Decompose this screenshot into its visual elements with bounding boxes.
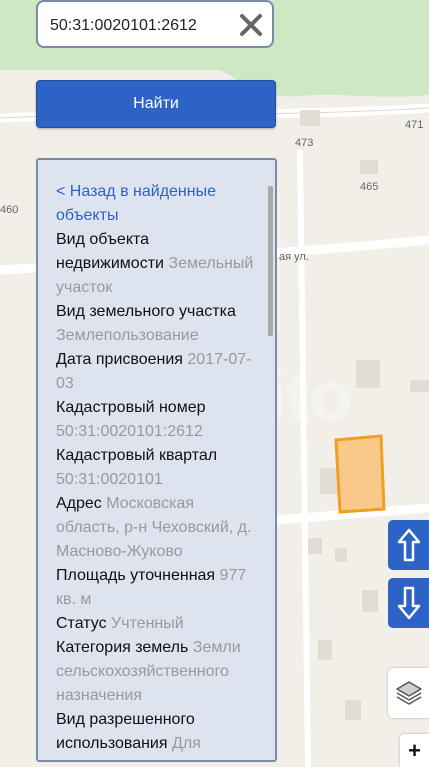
field-assign-date: Дата присвоения 2017-07-03 (56, 348, 256, 396)
field-label: Дата присвоения (56, 351, 183, 368)
building (335, 548, 347, 562)
plus-icon: + (408, 737, 421, 763)
field-cadastral-quarter: Кадастровый квартал 50:31:0020101 (56, 444, 256, 492)
search-input[interactable] (48, 12, 232, 40)
building (356, 360, 380, 388)
street-label: ая ул. (279, 251, 309, 263)
search-box (36, 0, 274, 48)
field-value: 50:31:0020101 (56, 471, 163, 488)
building (362, 590, 378, 612)
layers-icon (395, 681, 422, 705)
field-value: Учтенный (111, 615, 184, 632)
field-value: 50:31:0020101:2612 (56, 423, 203, 440)
field-area: Площадь уточненная 977 кв. м (56, 564, 256, 612)
field-status: Статус Учтенный (56, 612, 256, 636)
building (318, 640, 332, 660)
field-label: Площадь уточненная (56, 567, 216, 584)
field-land-category: Категория земель Земли сельскохозяйствен… (56, 636, 256, 708)
house-number-473: 473 (295, 137, 313, 149)
field-label: Категория земель (56, 639, 189, 656)
house-number-471: 471 (405, 119, 423, 131)
field-label: Адрес (56, 495, 102, 512)
find-button[interactable]: Найти (36, 80, 276, 128)
arrow-up-icon (397, 528, 420, 562)
field-value: Для (171, 735, 201, 752)
arrow-down-icon (397, 586, 420, 620)
building (300, 110, 320, 126)
field-label: Кадастровый номер (56, 399, 206, 416)
building (410, 380, 429, 392)
field-label: Вид земельного участка (56, 303, 236, 320)
clear-search-button[interactable] (236, 10, 266, 40)
zoom-in-button[interactable]: + (400, 734, 429, 767)
back-to-results-link[interactable]: < Назад в найденные объекты (56, 180, 256, 228)
field-cadastral-number: Кадастровый номер 50:31:0020101:2612 (56, 396, 256, 444)
field-address: Адрес Московская область, р-н Чеховский,… (56, 492, 256, 564)
field-label: Статус (56, 615, 107, 632)
scroll-up-button[interactable] (388, 520, 429, 570)
object-info-content: < Назад в найденные объекты Вид объекта … (56, 180, 256, 756)
object-info-panel: < Назад в найденные объекты Вид объекта … (36, 158, 277, 762)
building (320, 468, 338, 494)
building (308, 538, 322, 554)
field-label: Кадастровый квартал (56, 447, 218, 464)
panel-scrollbar[interactable] (268, 186, 273, 336)
field-label: Вид объекта недвижимости (56, 231, 164, 272)
house-number-465: 465 (360, 181, 378, 193)
field-land-type: Вид земельного участка Землепользование (56, 300, 256, 348)
field-value: Землепользование (56, 327, 199, 344)
house-number-460: 460 (0, 204, 18, 216)
scroll-down-button[interactable] (388, 578, 429, 628)
find-button-label: Найти (133, 95, 179, 112)
building (345, 700, 361, 720)
building (360, 160, 378, 174)
highlighted-parcel[interactable] (334, 434, 386, 514)
close-icon (240, 14, 262, 36)
field-object-type: Вид объекта недвижимости Земельный участ… (56, 228, 256, 300)
field-permitted-use: Вид разрешенного использования Для (56, 708, 256, 756)
layers-button[interactable] (388, 668, 429, 718)
